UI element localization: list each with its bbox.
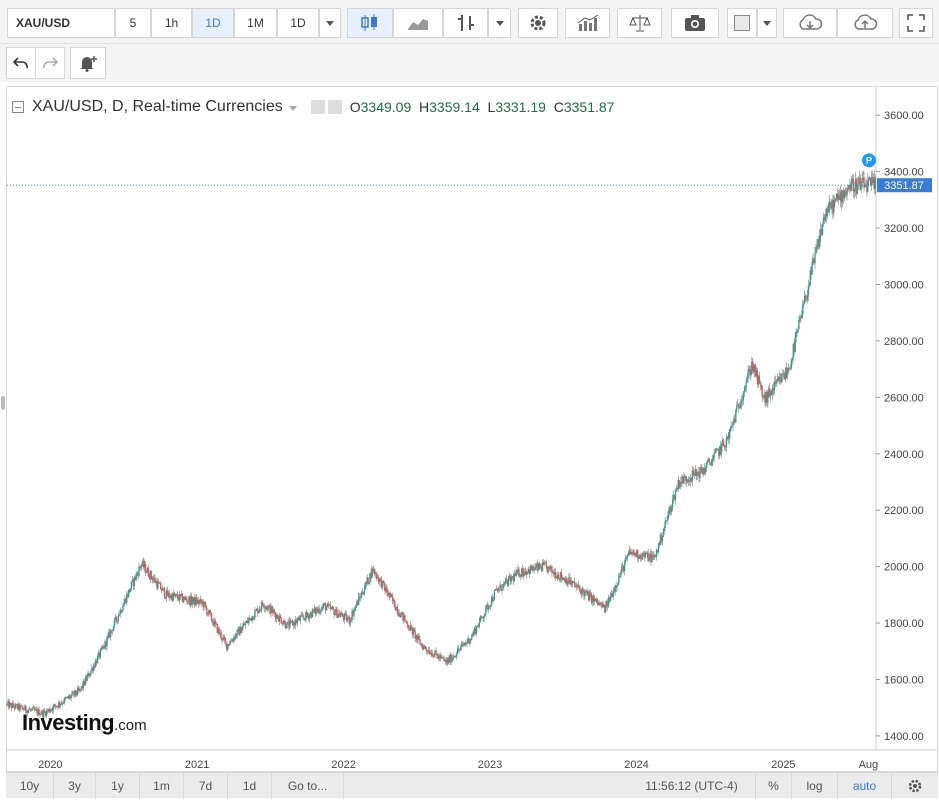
interval-1d[interactable]: 1D [192, 8, 234, 38]
clock-timezone[interactable]: 11:56:12 (UTC-4) [628, 773, 756, 799]
top-toolbar: XAU/USD 5 1h 1D 1M 1D [0, 0, 939, 44]
settings-gear-icon[interactable] [327, 100, 342, 114]
undo-icon [13, 57, 28, 69]
bottom-bar: 10y 3y 1y 1m 7d 1d Go to... 11:56:12 (UT… [6, 772, 938, 799]
indicators-button[interactable] [565, 8, 610, 38]
settings-button[interactable] [518, 8, 558, 38]
area-chart-button[interactable] [393, 8, 443, 38]
close-label: C [553, 99, 564, 115]
redo-button[interactable] [35, 47, 65, 79]
range-3y[interactable]: 3y [54, 773, 96, 799]
chart-type-dropdown[interactable] [488, 8, 511, 38]
open-value: 3349.09 [360, 99, 412, 115]
goto-date-button[interactable]: Go to... [272, 773, 344, 799]
fullscreen-icon [907, 14, 925, 32]
chevron-down-icon [326, 20, 334, 26]
gear-icon [530, 15, 546, 31]
chevron-down-icon[interactable] [288, 98, 297, 116]
open-label: O [349, 99, 361, 115]
indicators-icon [577, 14, 598, 31]
candlestick-icon [361, 14, 377, 31]
color-dropdown-button[interactable] [757, 8, 777, 38]
load-chart-button[interactable] [783, 8, 837, 38]
alert-button[interactable] [70, 47, 106, 79]
range-10y[interactable]: 10y [6, 773, 54, 799]
chevron-down-icon [763, 20, 771, 26]
interval-custom[interactable]: 1D [277, 8, 319, 38]
logo-suffix: .com [114, 717, 147, 734]
chart-legend: XAU/USD, D, Real-time Currencies O3349.0… [12, 96, 614, 118]
candles-chart-button[interactable] [347, 8, 393, 38]
save-chart-button[interactable] [837, 8, 893, 38]
range-1m[interactable]: 1m [140, 773, 184, 799]
high-value: 3359.14 [429, 99, 480, 115]
bars-chart-button[interactable] [443, 8, 488, 38]
visibility-eye-icon[interactable] [310, 100, 325, 114]
cloud-download-icon [799, 14, 823, 30]
range-7d[interactable]: 7d [184, 773, 228, 799]
interval-1m[interactable]: 1M [234, 8, 277, 38]
range-1y[interactable]: 1y [96, 773, 140, 799]
bell-plus-icon [80, 56, 97, 72]
color-swatch-icon [734, 15, 750, 31]
cloud-upload-icon [854, 14, 878, 30]
logo-main: Investing [22, 710, 115, 735]
side-panel-handle[interactable] [1, 396, 5, 410]
compare-button[interactable] [617, 8, 662, 38]
log-scale-toggle[interactable]: log [792, 773, 838, 799]
fullscreen-button[interactable] [899, 8, 933, 38]
close-value: 3351.87 [563, 99, 615, 115]
undo-button[interactable] [6, 47, 36, 79]
chart-settings-button[interactable] [892, 773, 938, 799]
balance-scale-icon [628, 15, 651, 32]
collapse-legend-icon[interactable] [12, 101, 24, 113]
interval-1h[interactable]: 1h [151, 8, 192, 38]
color-picker-button[interactable] [727, 8, 757, 38]
ohlc-values: O3349.09 H3359.14 L3331.19 C3351.87 [350, 99, 615, 115]
area-chart-icon [408, 19, 428, 30]
gear-icon [908, 779, 922, 793]
camera-icon [685, 15, 705, 31]
legend-title: XAU/USD, D, Real-time Currencies [32, 98, 283, 115]
symbol-search-input[interactable]: XAU/USD [7, 8, 115, 38]
ohlc-bars-icon [457, 15, 474, 31]
chart-area[interactable] [6, 86, 938, 772]
redo-icon [43, 57, 58, 69]
low-value: 3331.19 [495, 99, 546, 115]
high-label: H [419, 99, 430, 115]
interval-5[interactable]: 5 [115, 8, 151, 38]
snapshot-button[interactable] [671, 8, 719, 38]
percent-scale-toggle[interactable]: % [756, 773, 792, 799]
chevron-down-icon [495, 20, 504, 26]
interval-dropdown-button[interactable] [319, 8, 341, 38]
secondary-toolbar [0, 44, 939, 82]
range-1d[interactable]: 1d [228, 773, 272, 799]
investing-logo: Investing.com [22, 710, 147, 736]
auto-scale-toggle[interactable]: auto [838, 773, 892, 799]
